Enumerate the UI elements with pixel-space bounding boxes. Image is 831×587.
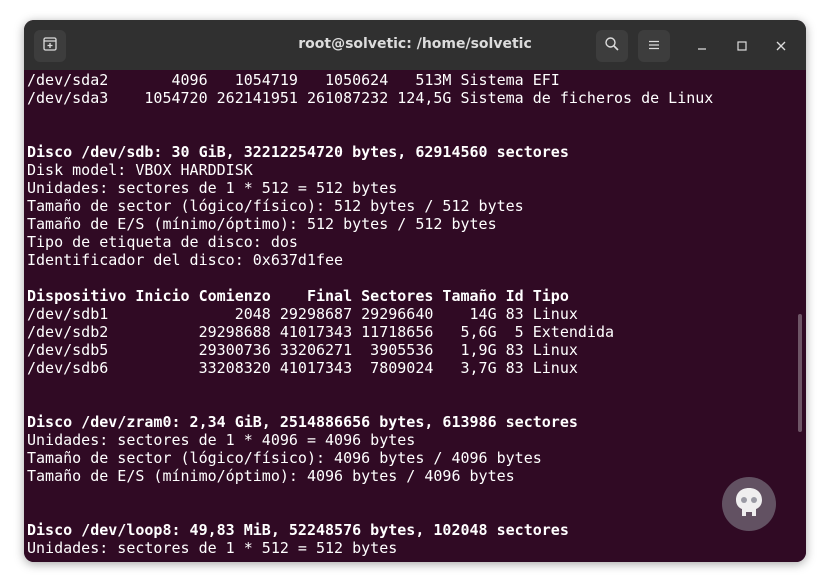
- close-icon: [775, 37, 787, 56]
- hamburger-menu-icon: [647, 37, 661, 56]
- terminal-output[interactable]: /dev/sda2 4096 1054719 1050624 513M Sist…: [24, 70, 806, 562]
- terminal-line: /dev/sdb1 2048 29298687 29296640 14G 83 …: [27, 305, 578, 323]
- terminal-line: /dev/sdb2 29298688 41017343 11718656 5,6…: [27, 323, 614, 341]
- terminal-line: Disco /dev/loop8: 49,83 MiB, 52248576 by…: [27, 521, 569, 539]
- terminal-line: Tamaño de E/S (mínimo/óptimo): 512 bytes…: [27, 215, 497, 233]
- scrollbar-thumb[interactable]: [798, 314, 802, 432]
- terminal-line: /dev/sda2 4096 1054719 1050624 513M Sist…: [27, 71, 560, 89]
- title-bar[interactable]: root@solvetic: /home/solvetic: [24, 20, 806, 70]
- terminal-line: Disco /dev/sdb: 30 GiB, 32212254720 byte…: [27, 143, 569, 161]
- terminal-line: Unidades: sectores de 1 * 512 = 512 byte…: [27, 539, 398, 557]
- terminal-line: Tamaño de sector (lógico/físico): 512 by…: [27, 197, 524, 215]
- terminal-line: Dispositivo Inicio Comienzo Final Sector…: [27, 287, 569, 305]
- minimize-button[interactable]: [689, 33, 715, 59]
- close-button[interactable]: [768, 33, 794, 59]
- terminal-line: /dev/sdb6 33208320 41017343 7809024 3,7G…: [27, 359, 578, 377]
- terminal-line: /dev/sda3 1054720 262141951 261087232 12…: [27, 89, 714, 107]
- terminal-line: Tamaño de sector (lógico/físico): 4096 b…: [27, 449, 542, 467]
- terminal-line: Unidades: sectores de 1 * 4096 = 4096 by…: [27, 431, 416, 449]
- terminal-line: Disk model: VBOX HARDDISK: [27, 161, 253, 179]
- maximize-button[interactable]: [729, 33, 755, 59]
- minimize-icon: [696, 37, 708, 56]
- menu-button[interactable]: [638, 30, 670, 62]
- solvetic-logo-icon: [722, 477, 776, 531]
- terminal-line: Identificador del disco: 0x637d1fee: [27, 251, 344, 269]
- terminal-line: Disco /dev/zram0: 2,34 GiB, 2514886656 b…: [27, 413, 578, 431]
- search-icon: [604, 36, 620, 56]
- terminal-line: /dev/sdb5 29300736 33206271 3905536 1,9G…: [27, 341, 578, 359]
- terminal-line: Unidades: sectores de 1 * 512 = 512 byte…: [27, 179, 398, 197]
- terminal-line: Tipo de etiqueta de disco: dos: [27, 233, 298, 251]
- terminal-window: root@solvetic: /home/solvetic /dev/sda2 …: [24, 20, 806, 562]
- maximize-icon: [736, 37, 748, 56]
- search-button[interactable]: [596, 30, 628, 62]
- terminal-line: Tamaño de E/S (mínimo/óptimo): 4096 byte…: [27, 467, 515, 485]
